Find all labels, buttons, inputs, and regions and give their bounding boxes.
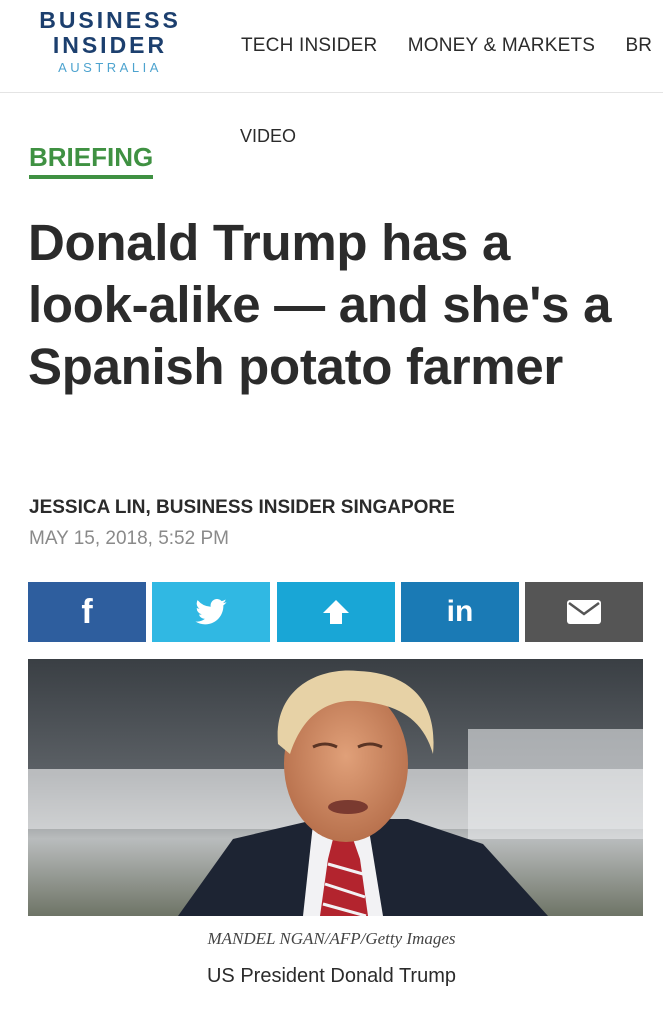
- video-link[interactable]: VIDEO: [240, 126, 296, 147]
- site-header: BUSINESS INSIDER AUSTRALIA TECH INSIDER …: [0, 0, 663, 93]
- category-label[interactable]: BRIEFING: [29, 142, 154, 179]
- email-icon: [567, 600, 601, 624]
- logo-edition: AUSTRALIA: [58, 60, 162, 75]
- share-icon: [323, 600, 349, 624]
- facebook-icon: f: [81, 592, 93, 631]
- twitter-share-button[interactable]: [152, 582, 270, 642]
- image-caption: US President Donald Trump: [206, 965, 456, 987]
- share-button[interactable]: [277, 582, 395, 642]
- share-bar: f in: [28, 582, 643, 642]
- linkedin-share-button[interactable]: in: [401, 582, 519, 642]
- nav-item-money-markets[interactable]: MONEY & MARKETS: [408, 35, 595, 57]
- article-hero-image: [28, 659, 643, 916]
- nav-item-tech-insider[interactable]: TECH INSIDER: [241, 35, 377, 57]
- facebook-share-button[interactable]: f: [28, 582, 146, 642]
- linkedin-icon: in: [446, 595, 474, 628]
- site-logo[interactable]: BUSINESS INSIDER AUSTRALIA: [30, 8, 190, 77]
- main-nav: TECH INSIDER MONEY & MARKETS BR: [241, 35, 663, 57]
- article-headline: Donald Trump has a look-alike — and she'…: [28, 214, 612, 395]
- article-date: MAY 15, 2018, 5:52 PM: [29, 528, 229, 549]
- email-share-button[interactable]: [525, 582, 643, 642]
- logo-line-business: BUSINESS: [39, 7, 181, 33]
- donald-trump-photo: [28, 659, 643, 916]
- image-credit: MANDEL NGAN/AFP/Getty Images: [207, 929, 456, 948]
- twitter-icon: [195, 599, 227, 625]
- nav-item-truncated[interactable]: BR: [625, 35, 652, 57]
- logo-line-insider: INSIDER: [52, 32, 168, 58]
- article-byline[interactable]: JESSICA LIN, BUSINESS INSIDER SINGAPORE: [29, 497, 455, 519]
